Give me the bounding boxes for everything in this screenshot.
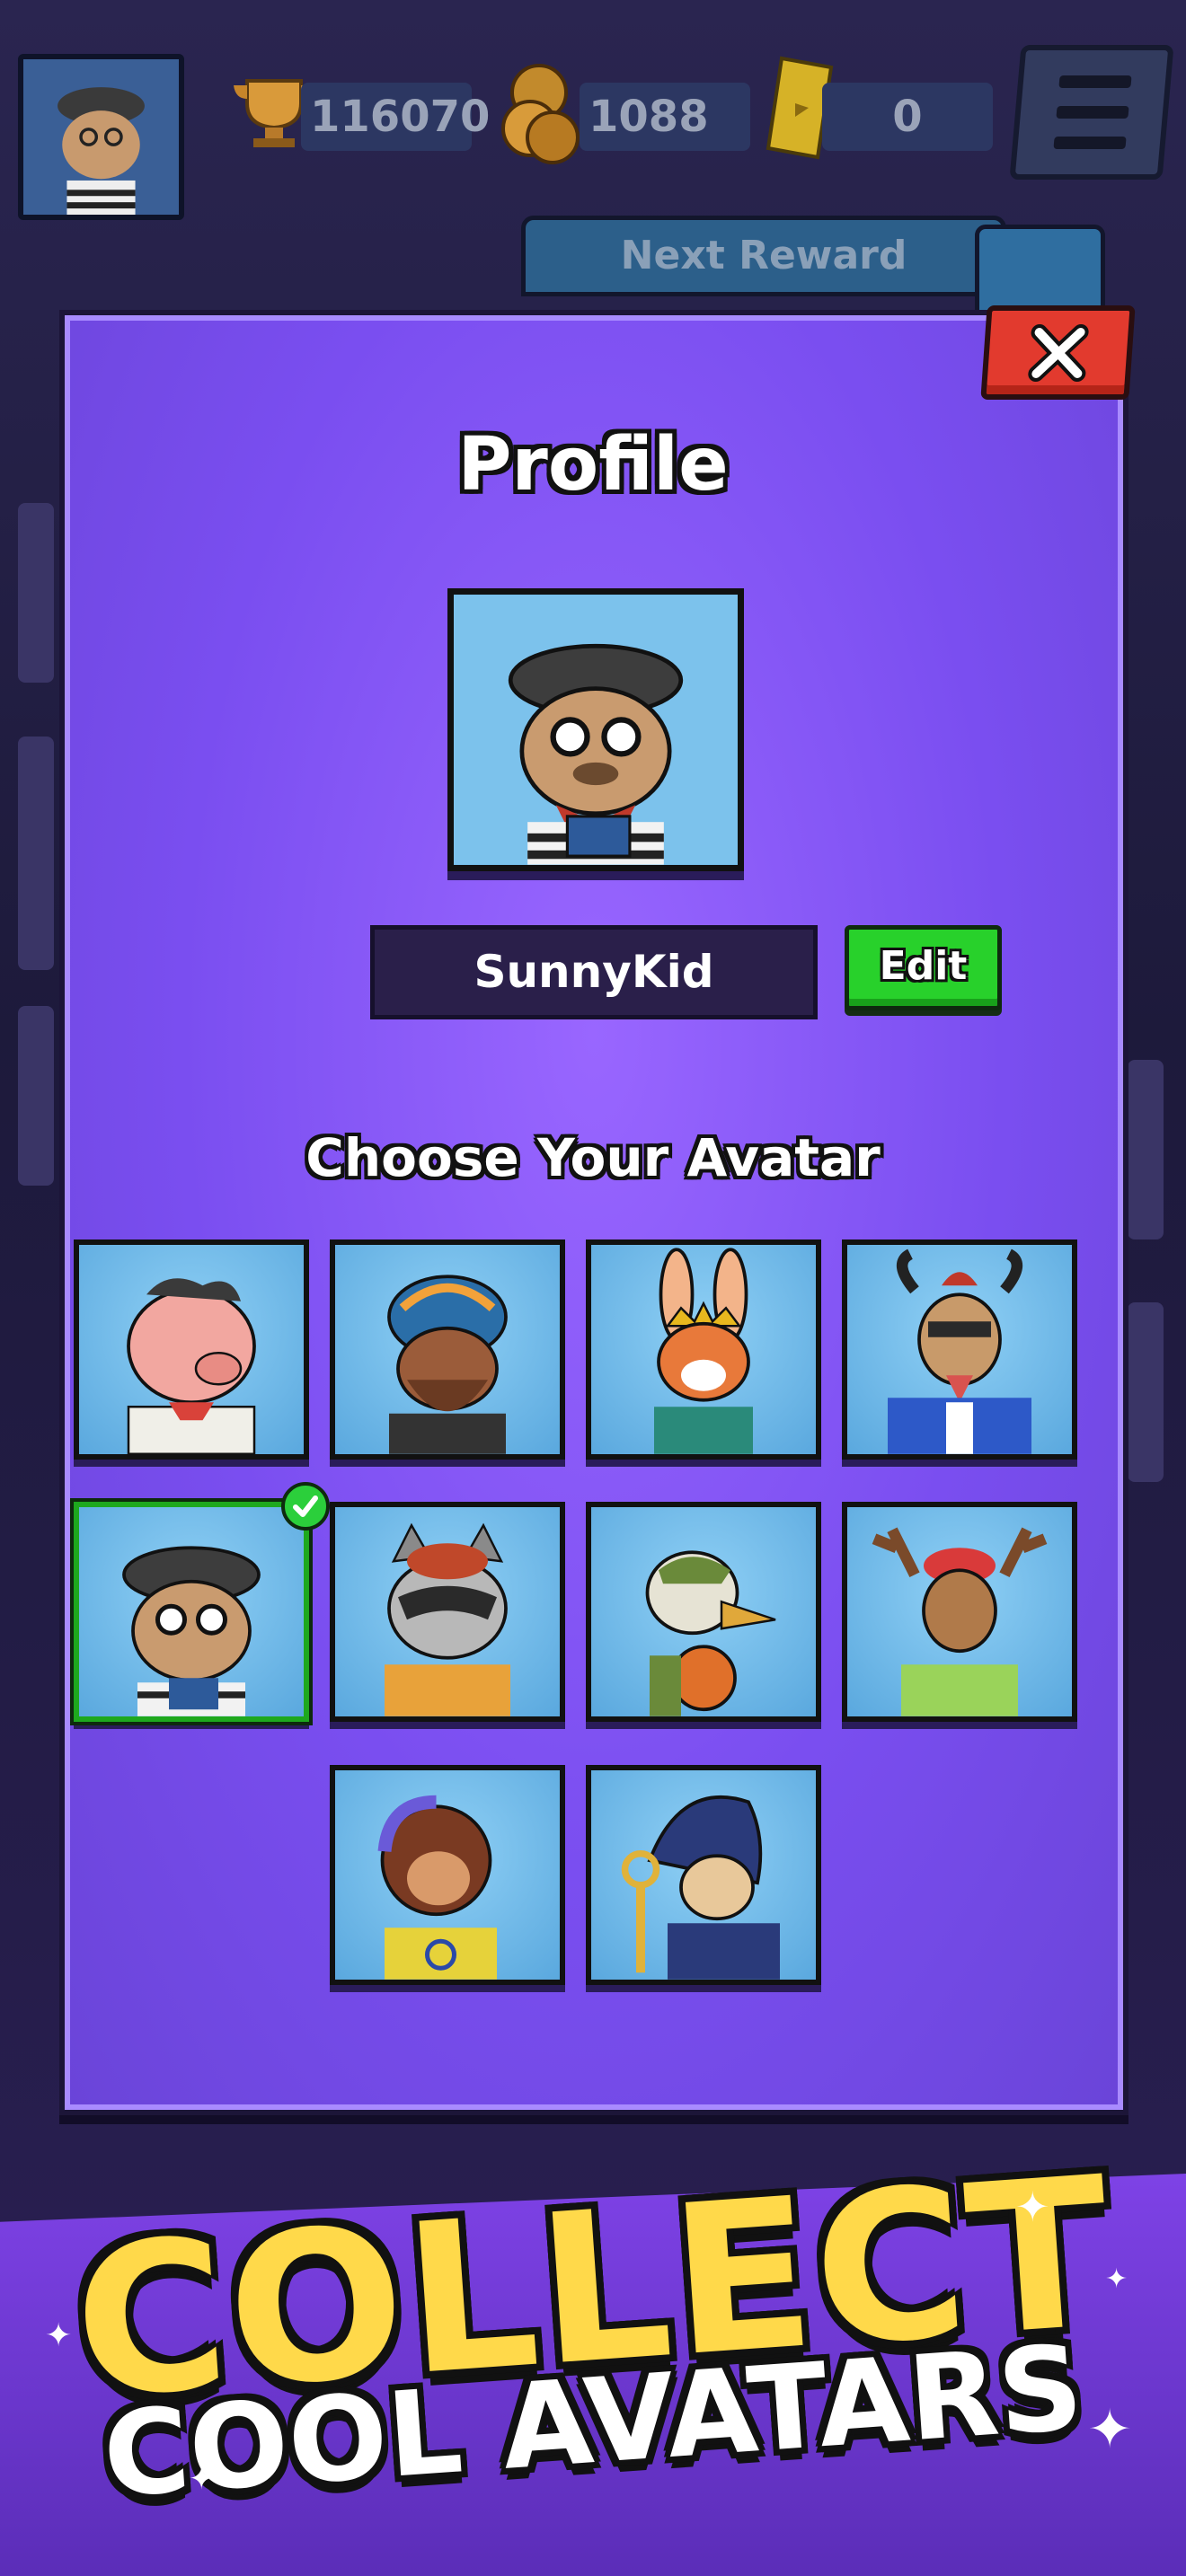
avatar-option-beaver[interactable] <box>330 1239 565 1460</box>
bulldog-avatar-icon <box>23 59 179 215</box>
raccoon-avatar-icon <box>385 1522 510 1716</box>
bg-side-panel <box>18 503 54 683</box>
selected-check-badge <box>281 1482 330 1531</box>
next-reward-label[interactable]: Next Reward <box>521 216 1006 296</box>
bg-side-panel <box>18 737 54 970</box>
beaver-avatar-icon <box>387 1275 508 1454</box>
avatar-option-monkey[interactable] <box>330 1765 565 1985</box>
avatar-option-duck[interactable] <box>586 1502 821 1722</box>
menu-bar <box>1053 137 1127 149</box>
coins-icon <box>501 64 580 164</box>
avatar-option-bunny[interactable] <box>586 1239 821 1460</box>
close-button[interactable] <box>980 305 1136 400</box>
cat-avatar-icon <box>621 1795 780 1980</box>
pig-avatar-icon <box>127 1278 256 1454</box>
bg-side-panel <box>1128 1302 1164 1482</box>
menu-bar <box>1058 75 1132 88</box>
monkey-avatar-icon <box>377 1795 497 1980</box>
edit-name-button[interactable]: Edit <box>845 925 1002 1010</box>
trophy-count: 116070 <box>301 83 490 151</box>
sparkle-icon: ✦ <box>1087 2398 1133 2461</box>
sparkle-icon: ✦ <box>189 2461 215 2497</box>
current-avatar <box>447 588 744 871</box>
avatar-option-goat[interactable] <box>842 1239 1077 1460</box>
duck-avatar-icon <box>645 1550 776 1716</box>
bunny-avatar-icon <box>654 1248 753 1454</box>
sparkle-icon: ✦ <box>1105 2263 1128 2295</box>
avatar-option-bulldog[interactable] <box>74 1502 309 1722</box>
player-name-field[interactable]: SunnyKid <box>370 925 818 1019</box>
deer-avatar-icon <box>872 1527 1048 1716</box>
bulldog-avatar-icon <box>122 1546 261 1716</box>
avatar-option-raccoon[interactable] <box>330 1502 565 1722</box>
top-hud: 116070 1088 0 Next Reward <box>0 0 1186 323</box>
ticket-count: 0 <box>822 83 993 151</box>
coin-count: 1088 <box>580 83 750 151</box>
close-icon <box>1027 323 1089 382</box>
menu-button[interactable] <box>1009 45 1174 180</box>
dialog-title: Profile <box>457 422 729 507</box>
player-avatar[interactable] <box>18 54 184 220</box>
avatar-option-deer[interactable] <box>842 1502 1077 1722</box>
bulldog-avatar-icon <box>454 595 738 865</box>
goat-avatar-icon <box>888 1248 1031 1454</box>
avatar-section-title: Choose Your Avatar <box>305 1127 881 1188</box>
checkmark-icon <box>293 1495 318 1517</box>
menu-bar <box>1056 106 1129 119</box>
sparkle-icon: ✦ <box>1015 2183 1050 2231</box>
avatar-option-pig[interactable] <box>74 1239 309 1460</box>
avatar-option-cat[interactable] <box>586 1765 821 1985</box>
sparkle-icon: ✦ <box>45 2317 73 2354</box>
